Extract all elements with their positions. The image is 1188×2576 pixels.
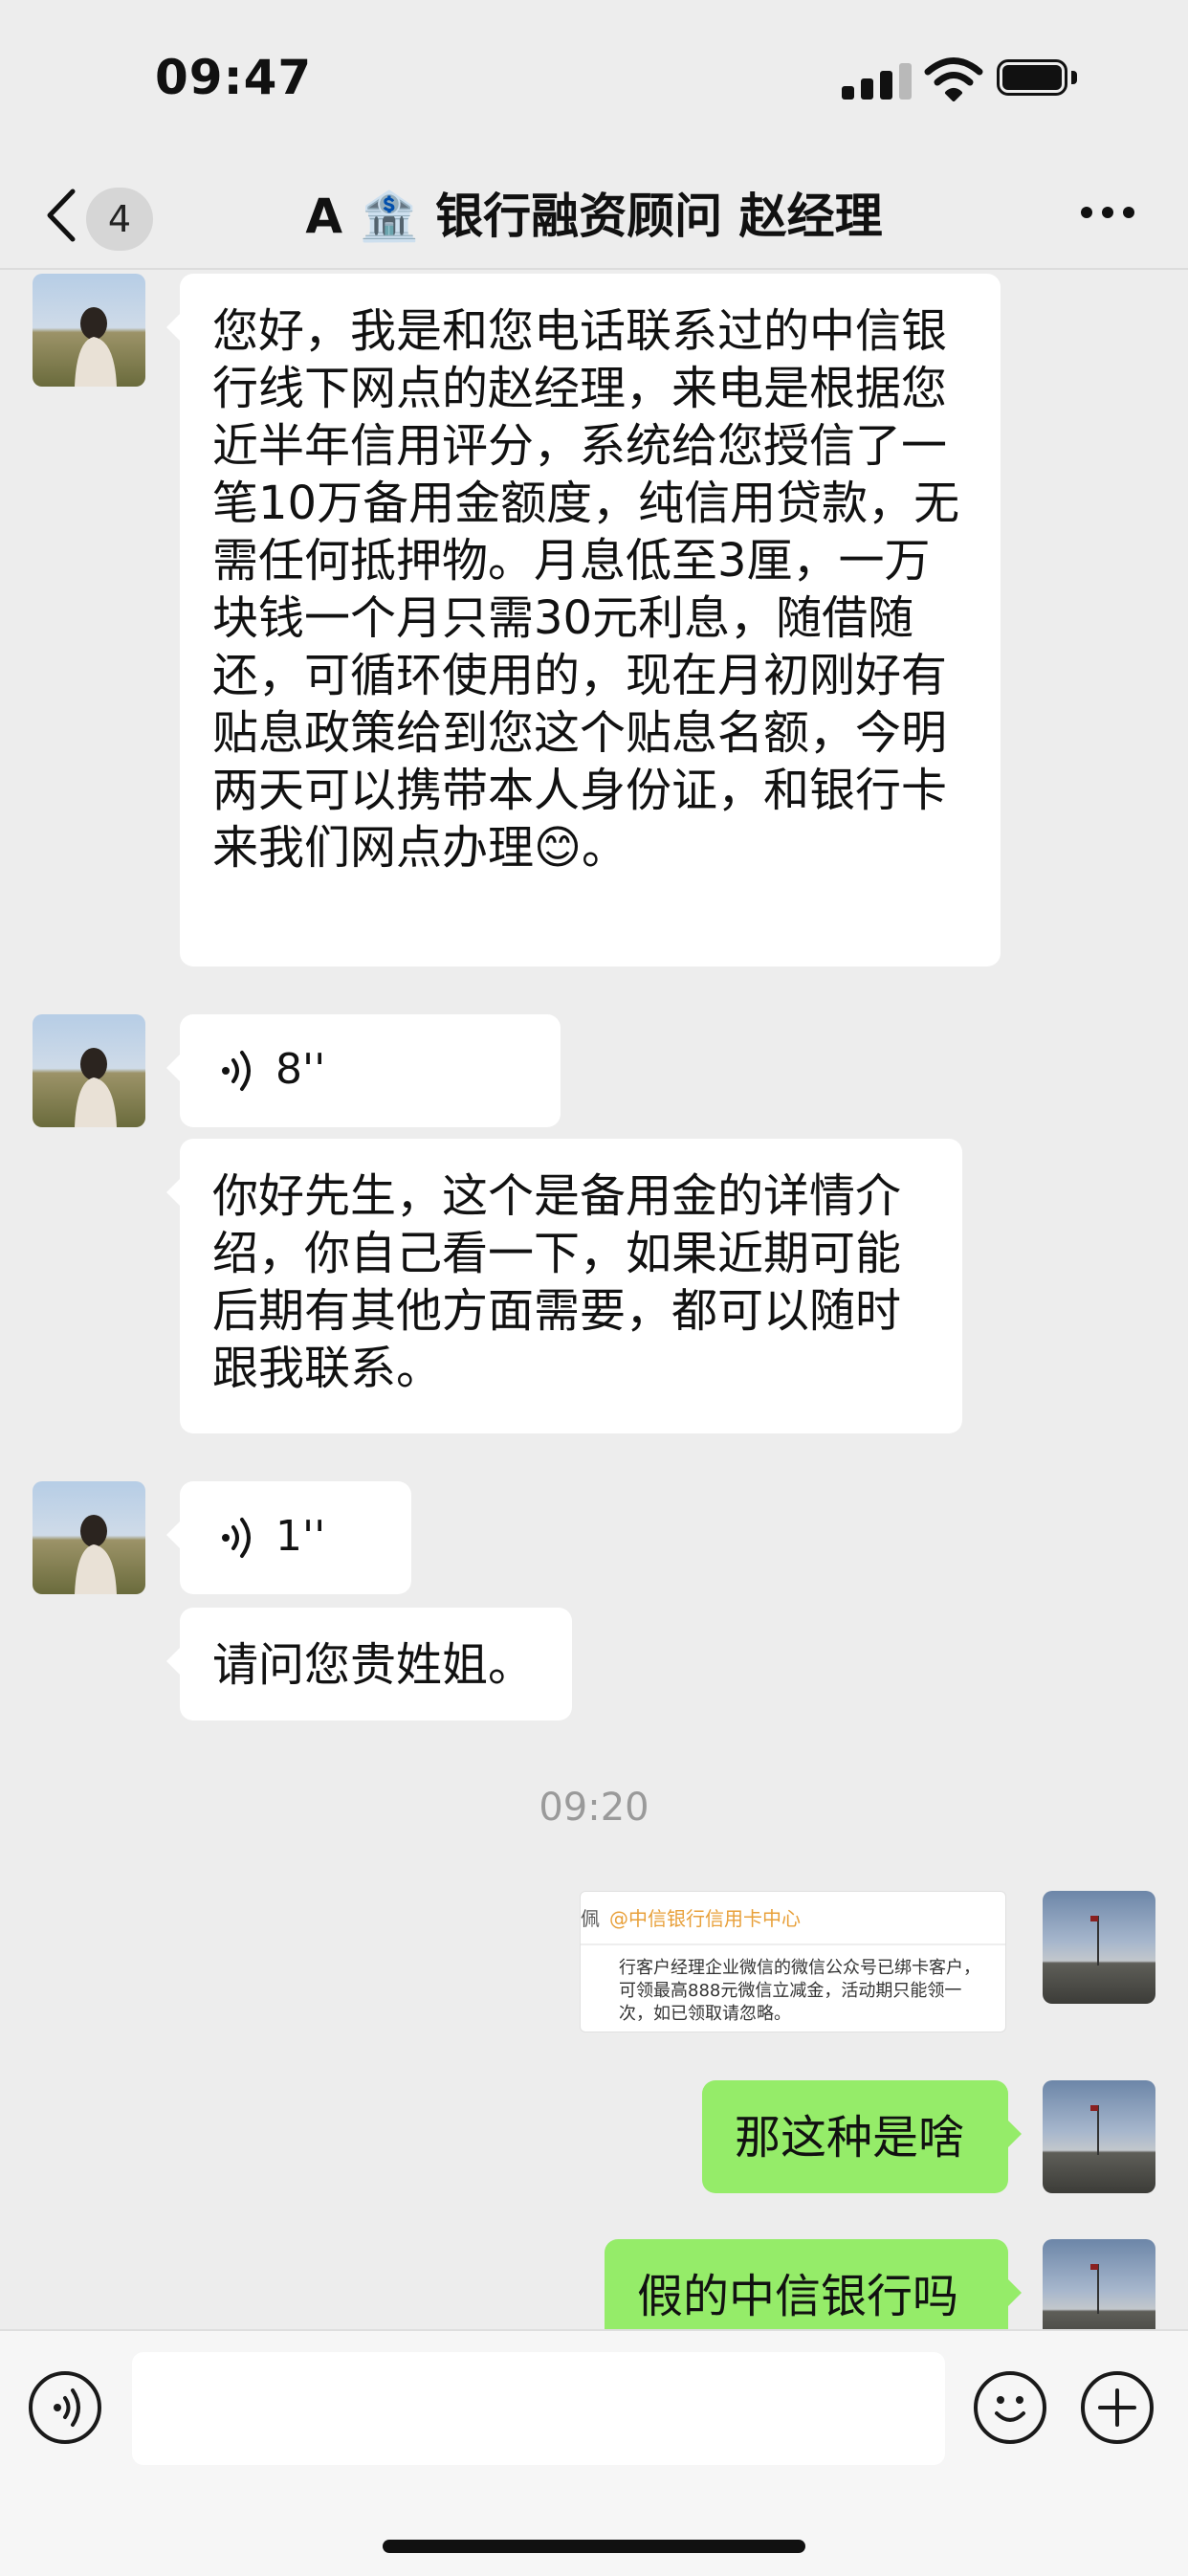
contact-avatar[interactable]: [33, 1014, 145, 1127]
my-avatar[interactable]: [1043, 2080, 1155, 2193]
wifi-icon: [924, 57, 983, 101]
image-source-label: @中信银行信用卡中心: [609, 1907, 801, 1930]
image-body-text: 行客户经理企业微信的微信公众号已绑卡客户，可领最高888元微信立减金，活动期只能…: [619, 1958, 980, 2024]
voice-message[interactable]: 8'': [166, 1014, 561, 1127]
cellular-signal-icon: [842, 61, 914, 100]
message-timestamp: 09:20: [539, 1786, 649, 1830]
image-edge-char: 佩: [581, 1907, 600, 1930]
voice-duration: 1'': [275, 1512, 326, 1561]
voice-wave-icon: [222, 1051, 251, 1091]
emoji-icon[interactable]: [974, 2371, 1046, 2444]
voice-message[interactable]: 1'': [166, 1481, 411, 1594]
unread-count-badge[interactable]: 4: [86, 188, 153, 251]
voice-wave-icon: [222, 1518, 251, 1558]
voice-duration: 8'': [275, 1045, 326, 1094]
avatar-flagpole: [1090, 2105, 1099, 2155]
incoming-message[interactable]: 请问您贵姓姐。: [166, 1608, 572, 1721]
shared-screenshot-image[interactable]: 佩 @中信银行信用卡中心 行客户经理企业微信的微信公众号已绑卡客户，可领最高88…: [580, 1891, 1006, 2032]
outgoing-message[interactable]: 那这种是啥: [702, 2080, 1022, 2193]
status-time: 09:47: [155, 50, 313, 105]
message-input[interactable]: [132, 2352, 945, 2465]
avatar-figure: [75, 1515, 117, 1594]
voice-icon[interactable]: [29, 2371, 101, 2444]
avatar-figure: [75, 307, 117, 387]
emoji-glyph: [995, 2396, 1025, 2422]
contact-avatar[interactable]: [33, 1481, 145, 1594]
incoming-message[interactable]: 您好，我是和您电话联系过的中信银行线下网点的赵经理，来电是根据您近半年信用评分，…: [166, 274, 1001, 966]
plus-glyph: [1098, 2388, 1136, 2427]
home-indicator: [383, 2540, 805, 2553]
status-bar: 09:47: [0, 0, 1188, 163]
avatar-flagpole: [1090, 1916, 1099, 1965]
chat-title: A 🏦 银行融资顾问 赵经理: [305, 189, 883, 244]
battery-icon: [997, 59, 1077, 98]
my-avatar[interactable]: [1043, 1891, 1155, 2004]
chevron-left-icon[interactable]: [38, 184, 86, 247]
incoming-message[interactable]: 你好先生，这个是备用金的详情介绍，你自己看一下，如果近期可能后期有其他方面需要，…: [166, 1139, 962, 1433]
plus-icon[interactable]: [1081, 2371, 1154, 2444]
avatar-figure: [75, 1048, 117, 1127]
voice-mode-glyph: [54, 2388, 80, 2427]
image-header: 佩 @中信银行信用卡中心: [581, 1892, 1005, 1945]
contact-avatar[interactable]: [33, 274, 145, 387]
more-dots-icon[interactable]: [1081, 207, 1138, 220]
chat-header: 4 A 🏦 银行融资顾问 赵经理: [0, 163, 1188, 270]
